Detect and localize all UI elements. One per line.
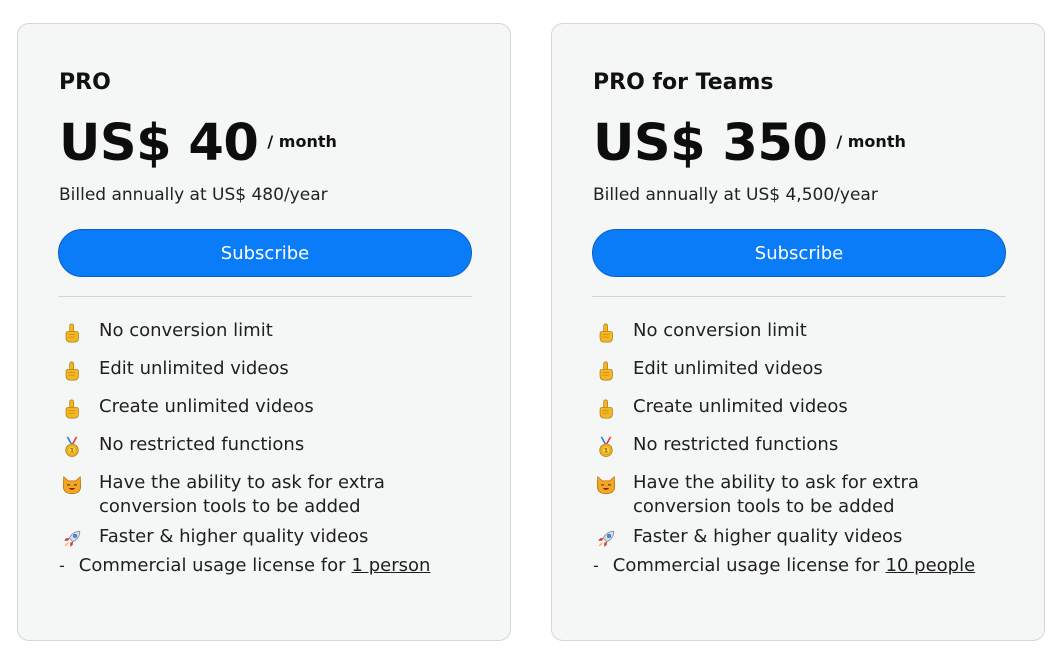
feature-text-line: Have the ability to ask for extra <box>633 472 919 493</box>
plan-price: US$ 350 <box>593 114 828 173</box>
feature-item: Have the ability to ask for extra conver… <box>59 471 479 519</box>
plan-price: US$ 40 <box>59 114 259 173</box>
license-link[interactable]: 1 person <box>352 555 431 576</box>
divider <box>58 296 472 297</box>
feature-text: Faster & higher quality videos <box>633 526 903 547</box>
divider <box>592 296 1006 297</box>
rocket-icon <box>593 527 619 551</box>
feature-text: Create unlimited videos <box>99 396 314 417</box>
feature-item: Faster & higher quality videos <box>593 525 1013 551</box>
price-row: US$ 350 / month <box>593 112 906 176</box>
feature-item: Edit unlimited videos <box>59 357 479 383</box>
license-line: - Commercial usage license for 10 people <box>593 555 975 576</box>
license-text: Commercial usage license for <box>612 555 880 576</box>
feature-item: Create unlimited videos <box>59 395 479 421</box>
price-row: US$ 40 / month <box>59 112 337 176</box>
medal-icon <box>59 435 85 459</box>
feature-text: Edit unlimited videos <box>99 358 289 379</box>
pricing-card-pro-for-teams: PRO for Teams US$ 350 / month Billed ann… <box>551 23 1045 641</box>
plan-name: PRO <box>59 70 111 95</box>
feature-text-line: conversion tools to be added <box>99 496 361 517</box>
price-period: / month <box>836 132 906 151</box>
dash-icon: - <box>593 556 599 575</box>
feature-item: No restricted functions <box>59 433 479 459</box>
feature-item: Edit unlimited videos <box>593 357 1013 383</box>
pointing-finger-icon <box>59 397 85 421</box>
cat-face-icon <box>593 473 619 497</box>
license-line: - Commercial usage license for 1 person <box>59 555 430 576</box>
rocket-icon <box>59 527 85 551</box>
feature-text: Faster & higher quality videos <box>99 526 369 547</box>
feature-text-line: Have the ability to ask for extra <box>99 472 385 493</box>
pointing-finger-icon <box>593 321 619 345</box>
pointing-finger-icon <box>593 397 619 421</box>
feature-text: No conversion limit <box>633 320 807 341</box>
feature-text: Have the ability to ask for extra conver… <box>633 471 919 519</box>
feature-text: Have the ability to ask for extra conver… <box>99 471 385 519</box>
subscribe-button[interactable]: Subscribe <box>592 229 1006 277</box>
feature-item: Create unlimited videos <box>593 395 1013 421</box>
pointing-finger-icon <box>59 321 85 345</box>
plan-name: PRO for Teams <box>593 70 774 95</box>
feature-list: No conversion limit Edit unlimited video… <box>593 319 1013 563</box>
cat-face-icon <box>59 473 85 497</box>
feature-text: Edit unlimited videos <box>633 358 823 379</box>
license-link[interactable]: 10 people <box>886 555 976 576</box>
feature-list: No conversion limit Edit unlimited video… <box>59 319 479 563</box>
billing-note: Billed annually at US$ 4,500/year <box>593 185 878 205</box>
price-period: / month <box>267 132 337 151</box>
feature-text-line: conversion tools to be added <box>633 496 895 517</box>
dash-icon: - <box>59 556 65 575</box>
billing-note: Billed annually at US$ 480/year <box>59 185 328 205</box>
feature-text: Create unlimited videos <box>633 396 848 417</box>
pointing-finger-icon <box>59 359 85 383</box>
medal-icon <box>593 435 619 459</box>
license-text: Commercial usage license for <box>78 555 346 576</box>
feature-item: No conversion limit <box>593 319 1013 345</box>
pricing-card-pro: PRO US$ 40 / month Billed annually at US… <box>17 23 511 641</box>
feature-item: Have the ability to ask for extra conver… <box>593 471 1013 519</box>
feature-text: No conversion limit <box>99 320 273 341</box>
pointing-finger-icon <box>593 359 619 383</box>
subscribe-button[interactable]: Subscribe <box>58 229 472 277</box>
feature-text: No restricted functions <box>633 434 839 455</box>
feature-text: No restricted functions <box>99 434 305 455</box>
feature-item: No conversion limit <box>59 319 479 345</box>
feature-item: No restricted functions <box>593 433 1013 459</box>
feature-item: Faster & higher quality videos <box>59 525 479 551</box>
